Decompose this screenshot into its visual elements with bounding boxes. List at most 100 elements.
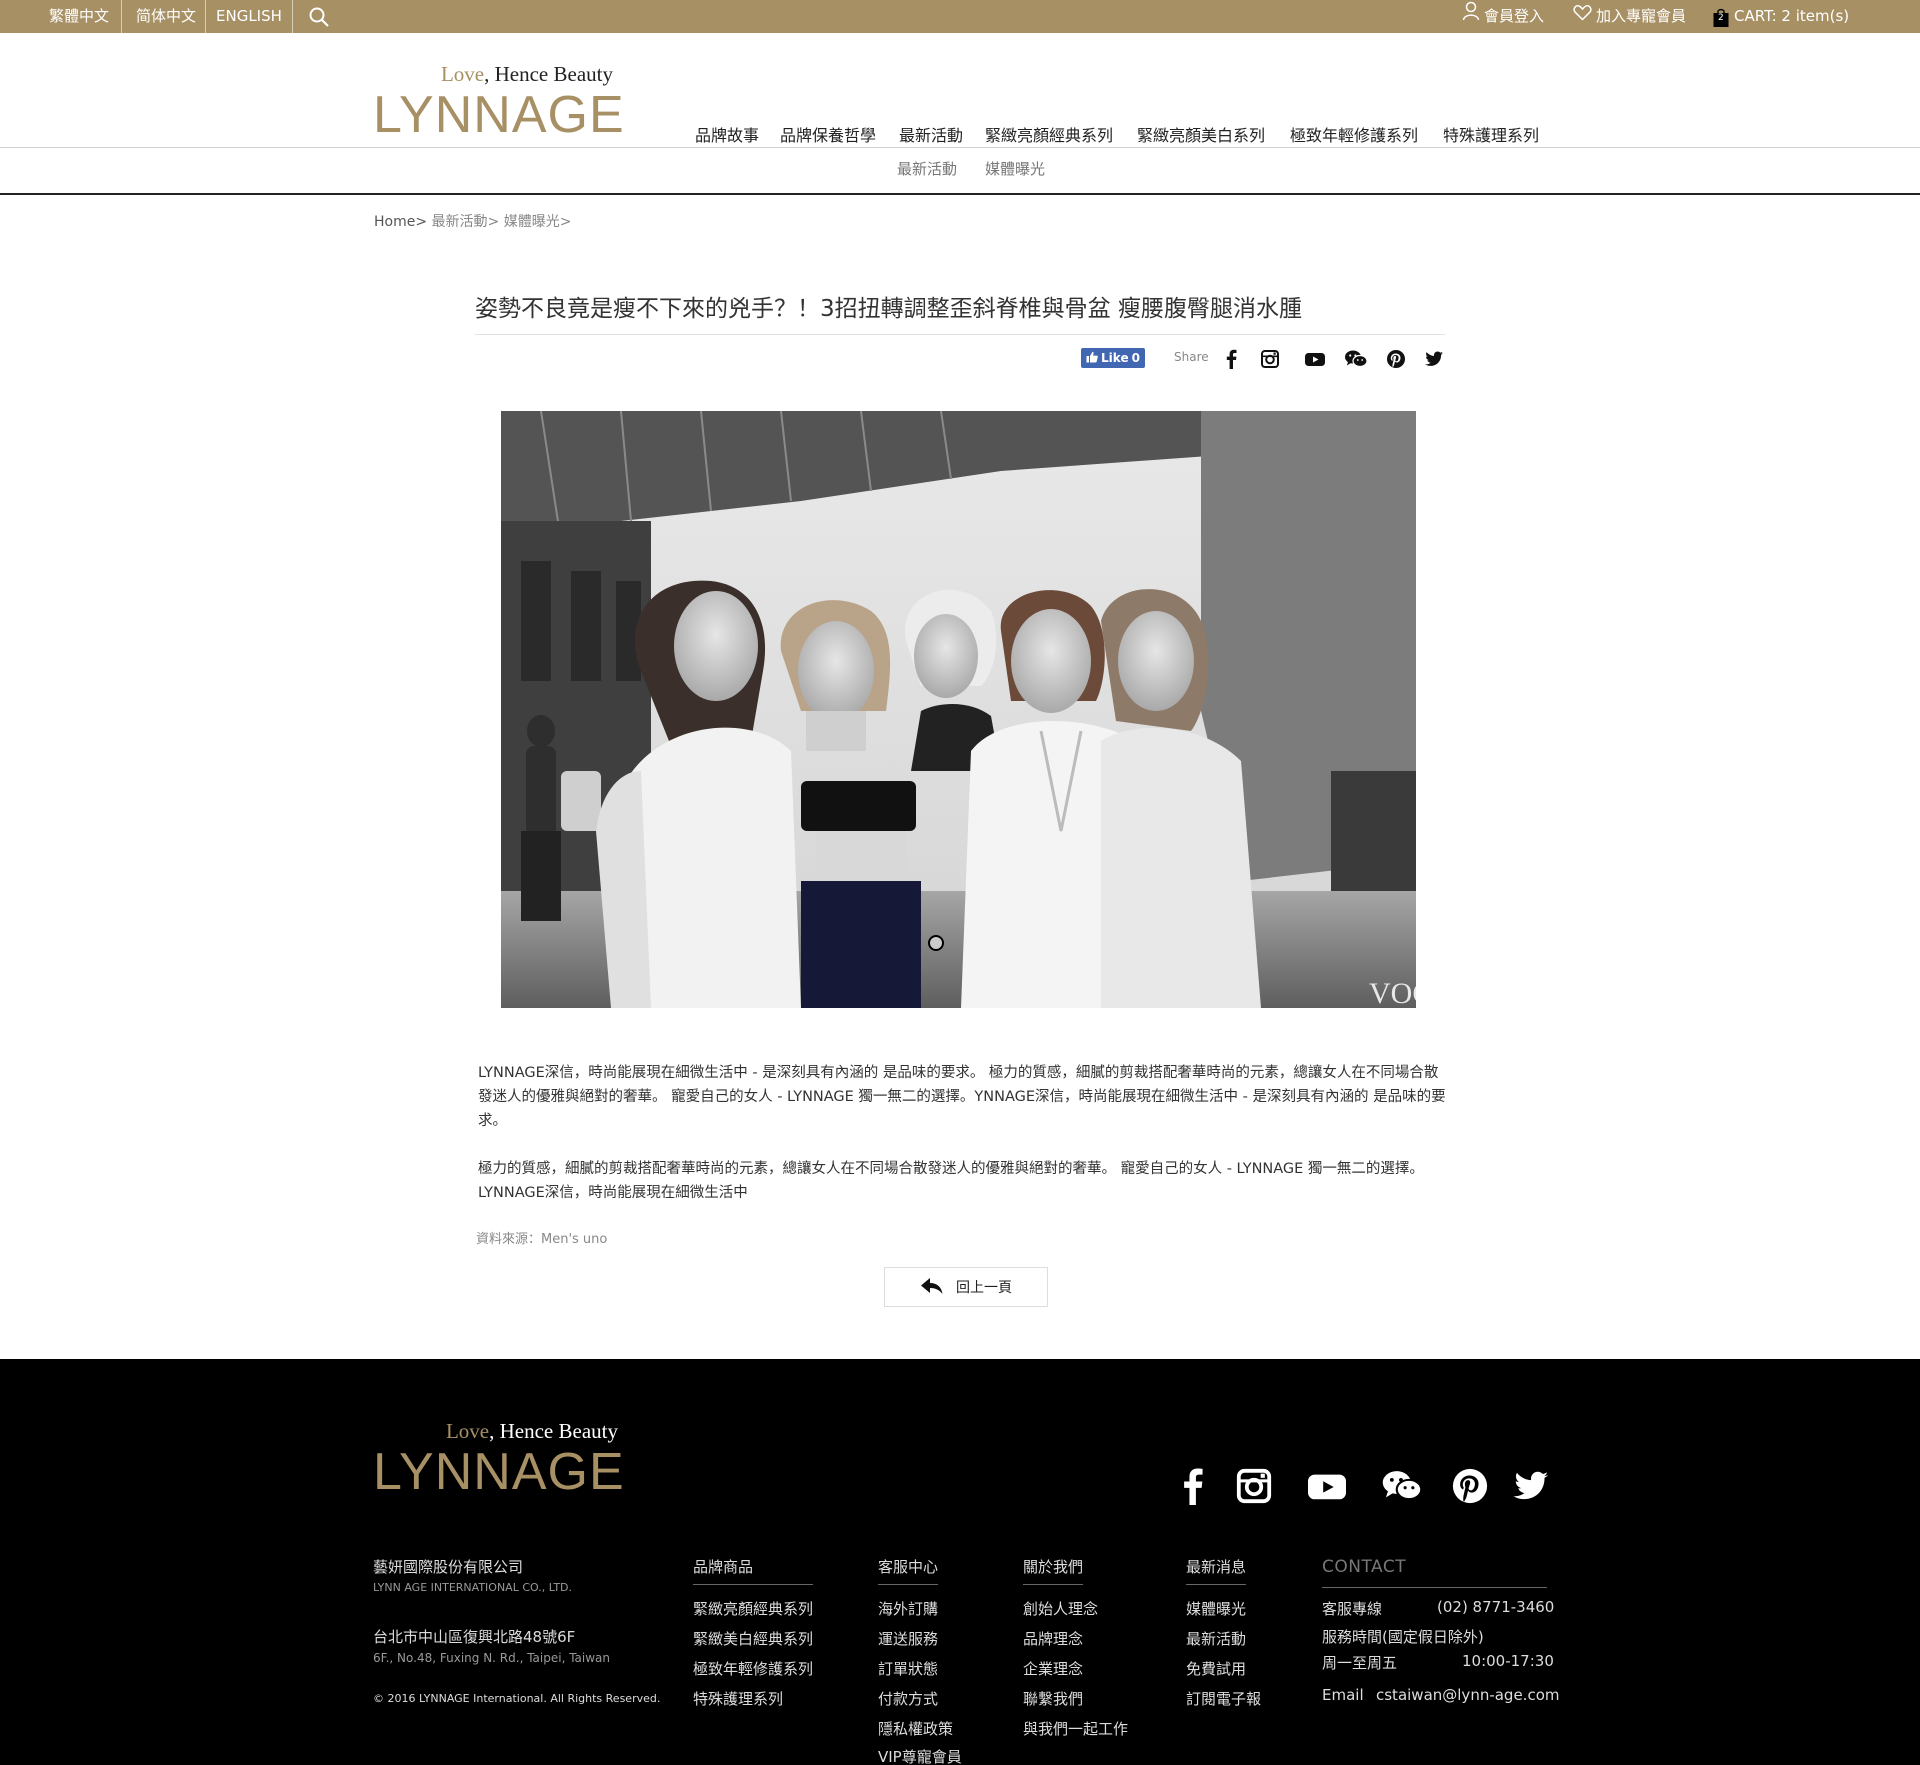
contact-divider (1322, 1587, 1547, 1588)
lang-english[interactable]: ENGLISH (216, 0, 282, 33)
main-nav: 品牌故事 品牌保養哲學 最新活動 緊緻亮顏經典系列 緊緻亮顏美白系列 極致年輕修… (0, 122, 1920, 146)
nav-brand-story[interactable]: 品牌故事 (695, 122, 759, 146)
like-count: 0 (1131, 351, 1140, 365)
twitter-icon[interactable] (1424, 349, 1444, 369)
youtube-icon[interactable] (1306, 1467, 1348, 1505)
facebook-like-button[interactable]: Like 0 (1081, 348, 1145, 368)
email-link[interactable]: cstaiwan@lynn-age.com (1376, 1686, 1560, 1704)
footer-link[interactable]: 與我們一起工作 (1023, 1718, 1128, 1739)
footer: Love, Hence Beauty LYNNAGE 藝妍國際股份有限公司 LY… (0, 1359, 1920, 1765)
footer-link[interactable]: 媒體曝光 (1186, 1598, 1246, 1619)
cart-label: CART: 2 item(s) (1734, 7, 1850, 25)
nav-brand-philosophy[interactable]: 品牌保養哲學 (780, 122, 876, 146)
article-source: 資料來源：Men's uno (476, 1232, 608, 1247)
subnav-latest-events[interactable]: 最新活動 (897, 158, 957, 179)
address-en: 6F., No.48, Fuxing N. Rd., Taipei, Taiwa… (373, 1651, 610, 1665)
wechat-icon[interactable] (1344, 349, 1368, 369)
wechat-icon[interactable] (1381, 1467, 1423, 1505)
cart-count: 2 (1718, 12, 1724, 23)
facebook-icon[interactable] (1222, 349, 1242, 369)
footer-col-products-title: 品牌商品 (693, 1558, 754, 1576)
nav-youth-repair[interactable]: 極致年輕修護系列 (1290, 122, 1418, 146)
footer-link[interactable]: 極致年輕修護系列 (693, 1658, 813, 1679)
bag-icon: 2 (1712, 7, 1730, 27)
member-login-label: 會員登入 (1484, 7, 1545, 25)
lang-traditional-chinese[interactable]: 繁體中文 (49, 0, 109, 33)
footer-link[interactable]: 訂閱電子報 (1186, 1688, 1261, 1709)
service-hours: 10:00-17:30 (1462, 1652, 1554, 1670)
subnav-media[interactable]: 媒體曝光 (985, 158, 1045, 179)
footer-link[interactable]: 運送服務 (878, 1628, 938, 1649)
lang-simplified-chinese[interactable]: 简体中文 (136, 0, 196, 33)
nav-latest-events[interactable]: 最新活動 (899, 122, 963, 146)
share-label: Share (1174, 350, 1209, 364)
footer-divider (1186, 1584, 1246, 1585)
footer-link[interactable]: 聯繫我們 (1023, 1688, 1083, 1709)
footer-link[interactable]: 訂單狀態 (878, 1658, 938, 1679)
back-button[interactable]: 回上一頁 (884, 1267, 1048, 1307)
footer-link[interactable]: 緊緻美白經典系列 (693, 1628, 813, 1649)
divider (292, 0, 293, 33)
footer-link[interactable]: 付款方式 (878, 1688, 938, 1709)
article-paragraph-2: 極力的質感，細膩的剪裁搭配奢華時尚的元素，總讓女人在不同場合散發迷人的優雅與絕對… (478, 1161, 1424, 1201)
pinterest-icon[interactable] (1451, 1467, 1489, 1505)
youtube-icon[interactable] (1304, 349, 1326, 369)
header-divider (0, 147, 1920, 148)
top-bar: 繁體中文 简体中文 ENGLISH 會員登入 加入專寵會員 2 CART: 2 … (0, 0, 1920, 33)
nav-firming-whitening[interactable]: 緊緻亮顏美白系列 (1137, 122, 1265, 146)
footer-col-news-title: 最新消息 (1186, 1558, 1247, 1576)
footer-link[interactable]: 海外訂購 (878, 1598, 938, 1619)
footer-link[interactable]: 品牌理念 (1023, 1628, 1083, 1649)
service-days: 周一至周五 (1322, 1654, 1398, 1672)
footer-logo-tagline: Love, Hence Beauty (445, 1419, 618, 1443)
breadcrumb-latest-events[interactable]: 最新活動> (432, 214, 500, 230)
cart-link[interactable]: 2 CART: 2 item(s) (1712, 0, 1849, 33)
footer-link[interactable]: VIP尊寵會員 (878, 1746, 962, 1765)
breadcrumb-media[interactable]: 媒體曝光> (504, 214, 572, 230)
header-bottom-rule (0, 193, 1920, 195)
contact-title: CONTACT (1322, 1557, 1407, 1577)
title-divider (475, 334, 1445, 335)
join-vip-link[interactable]: 加入專寵會員 (1573, 0, 1686, 33)
heart-icon (1573, 0, 1592, 33)
breadcrumb-home[interactable]: Home> (374, 214, 427, 230)
nav-firming-classic[interactable]: 緊緻亮顏經典系列 (985, 122, 1113, 146)
footer-link[interactable]: 特殊護理系列 (693, 1688, 783, 1709)
company-name-cn: 藝妍國際股份有限公司 (373, 1558, 524, 1576)
footer-link[interactable]: 隱私權政策 (878, 1718, 953, 1739)
footer-col-about-title: 關於我們 (1023, 1558, 1084, 1576)
thumbs-up-icon (1086, 351, 1098, 366)
article-title: 姿勢不良竟是瘦不下來的兇手？！3招扭轉調整歪斜脊椎與骨盆 瘦腰腹臀腿消水腫 (475, 296, 1302, 322)
article-photo: VOG (501, 411, 1416, 1008)
instagram-icon[interactable] (1260, 349, 1280, 369)
user-icon (1462, 0, 1480, 33)
footer-logo[interactable]: Love, Hence Beauty LYNNAGE (373, 1419, 625, 1501)
footer-divider (878, 1584, 938, 1585)
twitter-icon[interactable] (1512, 1467, 1550, 1505)
footer-divider (693, 1584, 813, 1585)
member-login-link[interactable]: 會員登入 (1462, 0, 1544, 33)
address-cn: 台北市中山區復興北路48號6F (373, 1628, 576, 1646)
footer-link[interactable]: 緊緻亮顏經典系列 (693, 1598, 813, 1619)
back-label: 回上一頁 (956, 1279, 1012, 1295)
breadcrumb: Home> 最新活動> 媒體曝光> (374, 211, 571, 231)
footer-link[interactable]: 最新活動 (1186, 1628, 1246, 1649)
footer-col-service-title: 客服中心 (878, 1558, 939, 1576)
company-name-en: LYNN AGE INTERNATIONAL CO., LTD. (373, 1581, 573, 1594)
footer-link[interactable]: 創始人理念 (1023, 1598, 1098, 1619)
facebook-icon[interactable] (1175, 1467, 1213, 1505)
hotline-label: 客服專線 (1322, 1600, 1383, 1618)
email-label: Email (1322, 1686, 1364, 1704)
instagram-icon[interactable] (1235, 1467, 1273, 1505)
like-label: Like (1101, 351, 1129, 365)
search-icon[interactable] (308, 6, 330, 28)
photo-watermark: VOG (1369, 977, 1416, 1008)
footer-logo-wordmark: LYNNAGE (373, 1443, 625, 1501)
pinterest-icon[interactable] (1386, 349, 1406, 369)
hotline-number: (02) 8771-3460 (1437, 1598, 1555, 1616)
divider (205, 0, 206, 33)
footer-link[interactable]: 免費試用 (1186, 1658, 1246, 1679)
nav-special-care[interactable]: 特殊護理系列 (1443, 122, 1539, 146)
hours-label: 服務時間(國定假日除外) (1322, 1628, 1484, 1646)
footer-link[interactable]: 企業理念 (1023, 1658, 1083, 1679)
